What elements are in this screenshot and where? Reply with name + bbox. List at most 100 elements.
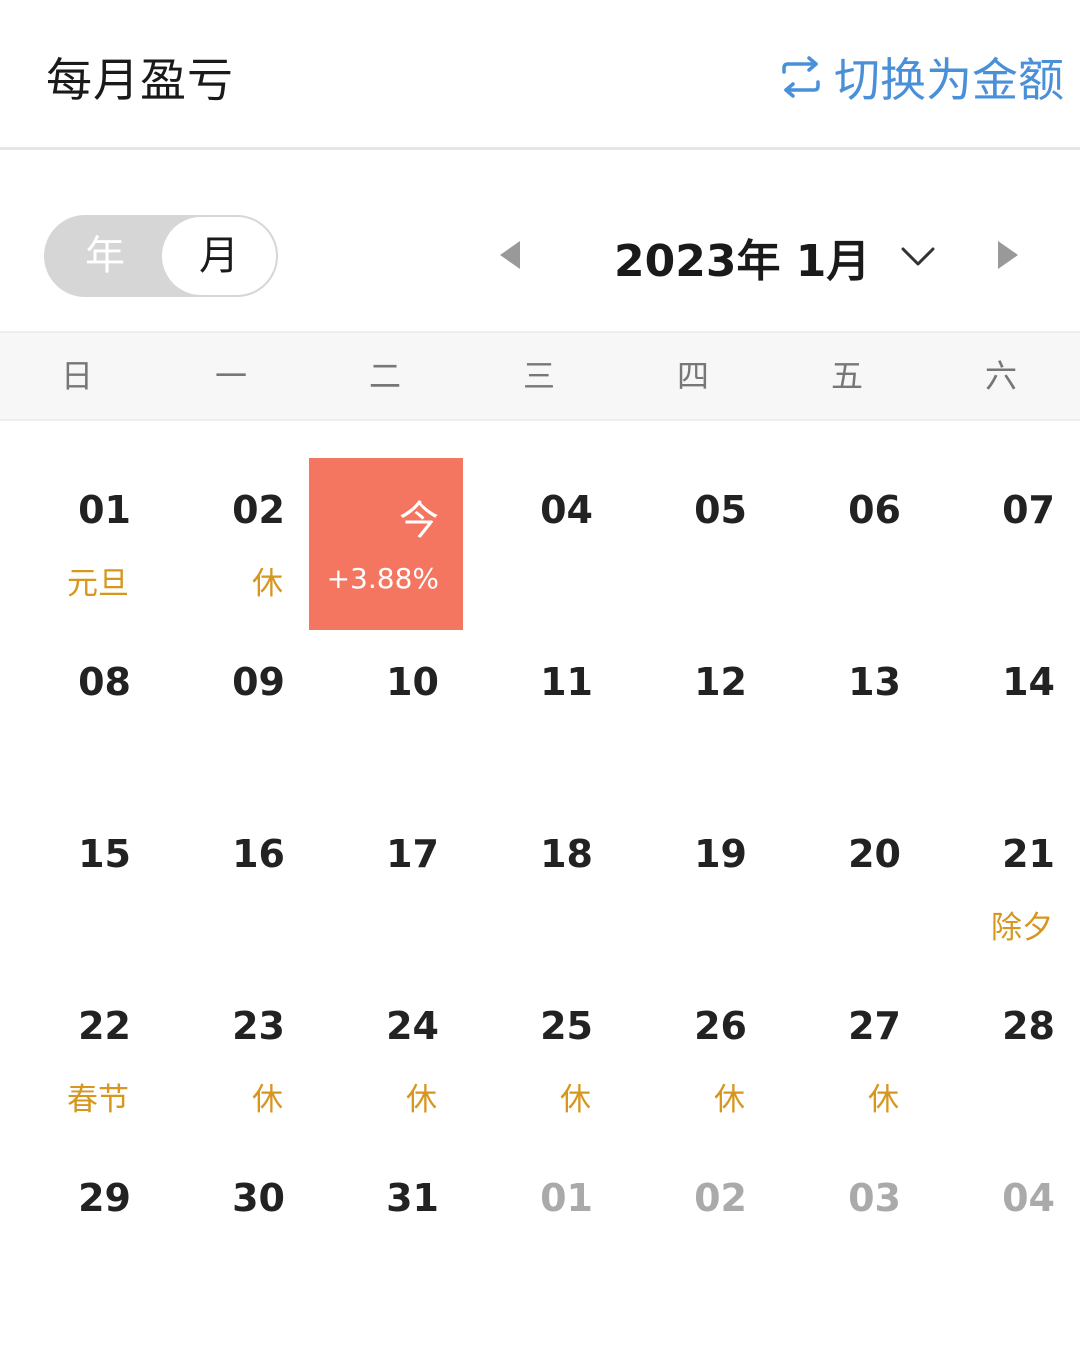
holiday-label: 春节 — [67, 1082, 129, 1118]
month-picker[interactable]: 2023年 1月 — [614, 225, 936, 289]
toggle-year-option[interactable]: 年 — [46, 217, 164, 295]
calendar-day[interactable]: 09 — [155, 630, 309, 802]
calendar-day[interactable]: 10 — [309, 630, 463, 802]
holiday-label: 休 — [714, 1082, 745, 1118]
day-number: 19 — [694, 832, 747, 876]
switch-to-amount-button[interactable]: 切换为金额 — [778, 44, 1064, 110]
day-number: 11 — [540, 660, 593, 704]
day-number: 10 — [386, 660, 439, 704]
calendar-day[interactable]: 28 — [925, 974, 1079, 1146]
day-number: 02 — [232, 488, 285, 532]
calendar-day[interactable]: 05 — [617, 458, 771, 630]
day-number: 24 — [386, 1004, 439, 1048]
calendar-day[interactable]: 04 — [463, 458, 617, 630]
day-number: 05 — [694, 488, 747, 532]
next-month-arrow-icon[interactable] — [998, 241, 1018, 269]
day-number: 01 — [78, 488, 131, 532]
day-number: 06 — [848, 488, 901, 532]
calendar-day[interactable]: 07 — [925, 458, 1079, 630]
day-number: 今 — [399, 498, 439, 544]
day-number: 14 — [1002, 660, 1055, 704]
weekday-sun: 日 — [60, 357, 93, 395]
weekday-header: 日 一 二 三 四 五 六 — [0, 331, 1080, 421]
day-number: 04 — [540, 488, 593, 532]
switch-to-amount-label: 切换为金额 — [834, 53, 1064, 107]
calendar-day[interactable]: 26 休 — [617, 974, 771, 1146]
calendar-day[interactable]: 02 休 — [155, 458, 309, 630]
page-title: 每月盈亏 — [46, 53, 234, 107]
day-number: 09 — [232, 660, 285, 704]
day-number: 16 — [232, 832, 285, 876]
weekday-thu: 四 — [676, 357, 709, 395]
calendar-day[interactable]: 17 — [309, 802, 463, 974]
day-number: 23 — [232, 1004, 285, 1048]
calendar-day[interactable]: 25 休 — [463, 974, 617, 1146]
prev-month-arrow-icon[interactable] — [500, 241, 520, 269]
calendar-day-today[interactable]: 今 +3.88% — [309, 458, 463, 630]
day-number: 04 — [1002, 1176, 1055, 1220]
swap-icon — [782, 56, 820, 98]
day-number: 03 — [848, 1176, 901, 1220]
calendar-day[interactable]: 21 除夕 — [925, 802, 1079, 974]
holiday-label: 休 — [868, 1082, 899, 1118]
day-number: 31 — [386, 1176, 439, 1220]
calendar-day[interactable]: 01 — [463, 1146, 617, 1318]
day-number: 22 — [78, 1004, 131, 1048]
calendar-day[interactable]: 31 — [309, 1146, 463, 1318]
day-number: 02 — [694, 1176, 747, 1220]
weekday-fri: 五 — [830, 357, 863, 395]
calendar-day[interactable]: 16 — [155, 802, 309, 974]
day-number: 21 — [1002, 832, 1055, 876]
header-bar: 每月盈亏 切换为金额 — [0, 0, 1080, 150]
day-number: 01 — [540, 1176, 593, 1220]
calendar-day[interactable]: 22 春节 — [1, 974, 155, 1146]
day-number: 30 — [232, 1176, 285, 1220]
chevron-down-icon — [901, 247, 935, 266]
daily-pnl-value: +3.88% — [326, 562, 439, 595]
holiday-label: 休 — [252, 566, 283, 602]
holiday-label: 除夕 — [991, 910, 1053, 946]
calendar-day[interactable]: 27 休 — [771, 974, 925, 1146]
day-number: 15 — [78, 832, 131, 876]
calendar-day[interactable]: 03 — [771, 1146, 925, 1318]
calendar-day[interactable]: 01 元旦 — [1, 458, 155, 630]
weekday-mon: 一 — [214, 357, 247, 395]
calendar-day[interactable]: 02 — [617, 1146, 771, 1318]
current-month-label: 2023年 1月 — [614, 236, 871, 287]
calendar-day[interactable]: 18 — [463, 802, 617, 974]
day-number: 28 — [1002, 1004, 1055, 1048]
year-month-toggle[interactable]: 年 月 — [44, 215, 278, 297]
day-number: 08 — [78, 660, 131, 704]
holiday-label: 休 — [252, 1082, 283, 1118]
day-number: 29 — [78, 1176, 131, 1220]
day-number: 20 — [848, 832, 901, 876]
calendar-day[interactable]: 04 — [925, 1146, 1079, 1318]
day-number: 27 — [848, 1004, 901, 1048]
day-number: 13 — [848, 660, 901, 704]
calendar-day[interactable]: 20 — [771, 802, 925, 974]
toggle-month-option[interactable]: 月 — [162, 217, 276, 295]
weekday-tue: 二 — [368, 357, 401, 395]
day-number: 26 — [694, 1004, 747, 1048]
weekday-sat: 六 — [984, 357, 1017, 395]
day-number: 17 — [386, 832, 439, 876]
calendar-day[interactable]: 15 — [1, 802, 155, 974]
calendar-day[interactable]: 24 休 — [309, 974, 463, 1146]
day-number: 12 — [694, 660, 747, 704]
calendar-day[interactable]: 12 — [617, 630, 771, 802]
calendar-day[interactable]: 29 — [1, 1146, 155, 1318]
weekday-wed: 三 — [522, 357, 555, 395]
calendar-day[interactable]: 19 — [617, 802, 771, 974]
day-number: 07 — [1002, 488, 1055, 532]
calendar-day[interactable]: 23 休 — [155, 974, 309, 1146]
day-number: 25 — [540, 1004, 593, 1048]
day-number: 18 — [540, 832, 593, 876]
calendar-day[interactable]: 14 — [925, 630, 1079, 802]
calendar-day[interactable]: 13 — [771, 630, 925, 802]
calendar-day[interactable]: 30 — [155, 1146, 309, 1318]
holiday-label: 元旦 — [67, 566, 129, 602]
calendar-day[interactable]: 11 — [463, 630, 617, 802]
calendar-day[interactable]: 06 — [771, 458, 925, 630]
calendar-day[interactable]: 08 — [1, 630, 155, 802]
holiday-label: 休 — [560, 1082, 591, 1118]
